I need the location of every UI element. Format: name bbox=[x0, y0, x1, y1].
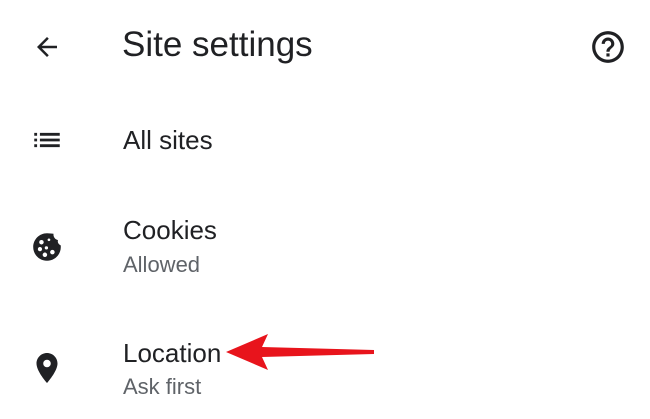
item-title-all-sites: All sites bbox=[123, 125, 213, 155]
cookie-icon bbox=[33, 233, 61, 261]
list-icon bbox=[34, 132, 60, 148]
help-button[interactable] bbox=[587, 26, 629, 68]
item-summary-cookies: Allowed bbox=[123, 252, 201, 277]
list-icon-wrapper bbox=[24, 117, 70, 163]
help-circle-icon bbox=[592, 31, 624, 63]
location-pin-icon-wrapper bbox=[24, 345, 70, 391]
page-title: Site settings bbox=[122, 25, 313, 64]
item-title-location: Location bbox=[123, 338, 222, 368]
app-bar: Site settings bbox=[0, 0, 650, 95]
arrow-back-icon bbox=[37, 37, 57, 57]
location-pin-icon bbox=[36, 353, 58, 383]
item-title-cookies: Cookies bbox=[123, 215, 217, 245]
item-summary-location: Ask first bbox=[123, 374, 202, 399]
setting-item-location[interactable]: Location Ask first bbox=[0, 317, 650, 419]
cookie-icon-wrapper bbox=[24, 224, 70, 270]
setting-item-all-sites[interactable]: All sites bbox=[0, 95, 650, 190]
back-button[interactable] bbox=[26, 26, 68, 68]
setting-item-cookies[interactable]: Cookies Allowed bbox=[0, 195, 650, 295]
